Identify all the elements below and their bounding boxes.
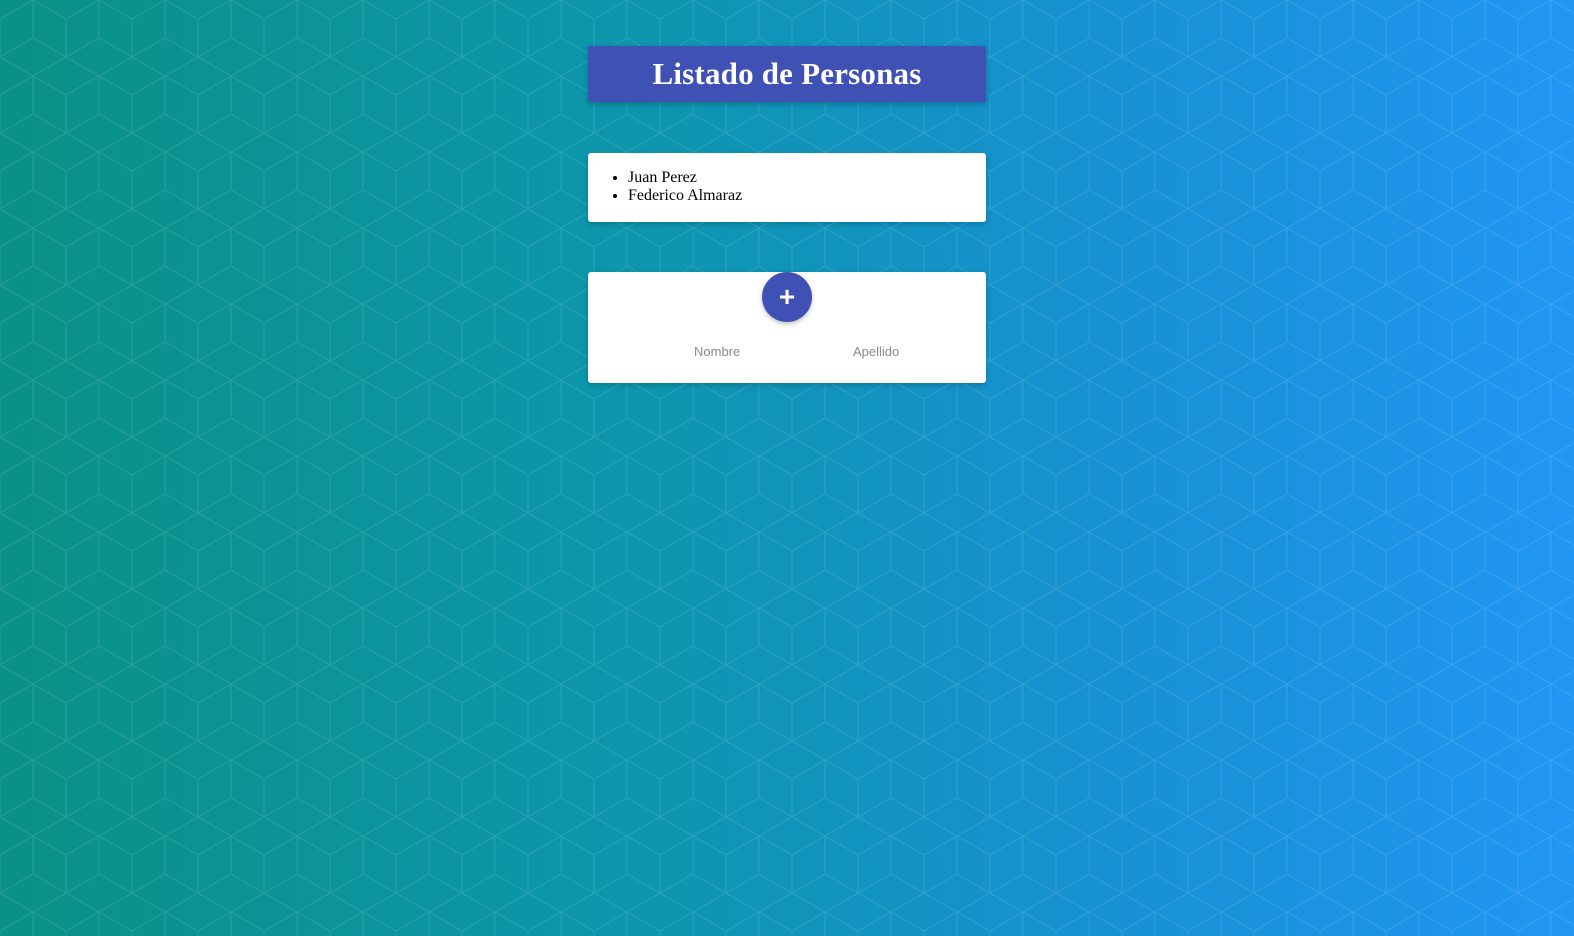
add-person-form: + Nombre Apellido [588,272,986,383]
page-title: Listado de Personas [652,56,922,91]
people-list-card: Juan Perez Federico Almaraz [588,153,986,222]
add-person-button[interactable]: + [762,272,812,322]
list-item: Federico Almaraz [628,187,986,205]
apellido-input[interactable] [853,338,977,364]
apellido-field[interactable]: Apellido [853,338,977,364]
people-list: Juan Perez Federico Almaraz [588,153,986,205]
background-cube-pattern [0,0,1574,936]
page-header: Listado de Personas [588,46,986,102]
list-item: Juan Perez [628,169,986,187]
plus-icon: + [778,281,796,312]
nombre-input[interactable] [694,338,818,364]
nombre-field[interactable]: Nombre [694,338,818,364]
